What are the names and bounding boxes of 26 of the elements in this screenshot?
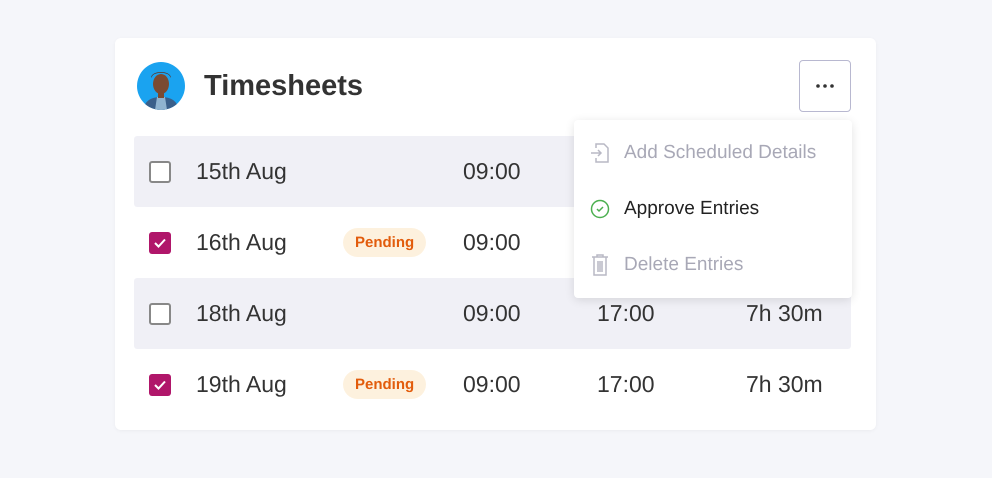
checkbox[interactable] — [149, 232, 171, 254]
date-text: 19th Aug — [196, 371, 288, 398]
more-button[interactable] — [799, 60, 851, 112]
more-icon — [816, 84, 834, 88]
date-text: 18th Aug — [196, 300, 288, 327]
start-time: 09:00 — [463, 158, 522, 185]
status-badge: Pending — [343, 370, 426, 399]
start-time: 09:00 — [463, 300, 522, 327]
checkbox[interactable] — [149, 374, 171, 396]
end-time: 17:00 — [597, 300, 656, 327]
date-text: 15th Aug — [196, 158, 288, 185]
checkbox[interactable] — [149, 160, 171, 182]
start-time: 09:00 — [463, 229, 522, 256]
card-title: Timesheets — [204, 70, 364, 102]
start-time: 09:00 — [463, 371, 522, 398]
duration-text: 7h 30m — [746, 300, 824, 327]
trash-icon — [590, 254, 610, 276]
date-text: 16th Aug — [196, 229, 288, 256]
check-circle-icon — [590, 198, 610, 220]
duration-text: 7h 30m — [746, 371, 824, 398]
checkbox[interactable] — [149, 302, 171, 324]
checkmark-icon — [154, 238, 166, 248]
end-time: 17:00 — [597, 371, 656, 398]
status-badge: Pending — [343, 228, 426, 257]
file-arrow-icon — [590, 142, 610, 164]
checkmark-icon — [154, 380, 166, 390]
